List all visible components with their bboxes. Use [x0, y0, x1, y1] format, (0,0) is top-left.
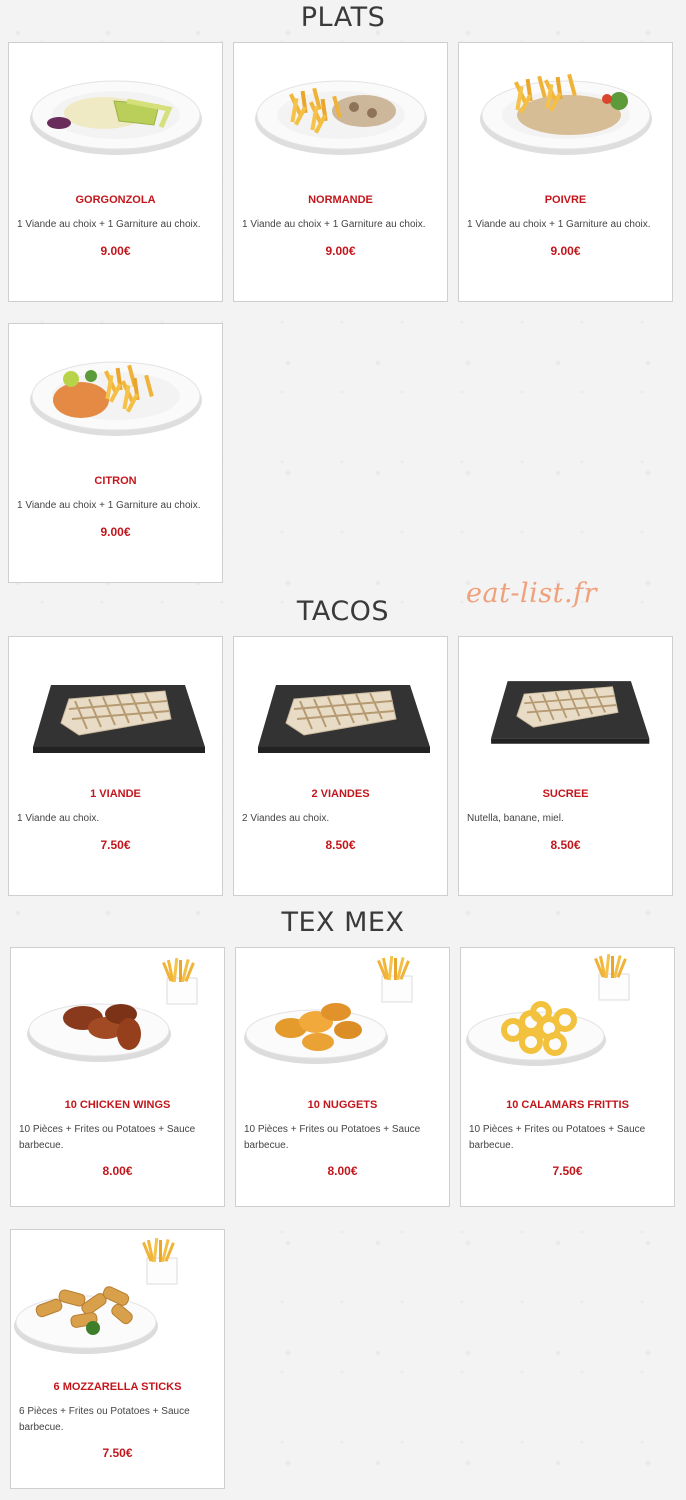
dish-image	[29, 80, 203, 156]
item-price: 7.50€	[102, 1446, 133, 1460]
menu-item-card[interactable]: 6 MOZZARELLA STICKS 6 Pièces + Frites ou…	[10, 1229, 225, 1489]
menu-item-card[interactable]: 1 VIANDE 1 Viande au choix. 7.50€	[8, 636, 223, 896]
item-description: Nutella, banane, miel.	[467, 813, 564, 824]
item-name: SUCREE	[542, 788, 589, 800]
dish-image	[479, 73, 653, 156]
item-price: 9.00€	[325, 244, 356, 258]
item-description: 1 Viande au choix + 1 Garniture au choix…	[242, 219, 426, 230]
section-title-tacos: TACOS	[296, 596, 390, 627]
item-price: 8.00€	[102, 1164, 133, 1178]
item-name: CITRON	[94, 475, 137, 487]
item-description: 10 Pièces + Frites ou Potatoes + Sauce b…	[469, 1124, 646, 1151]
item-price: 8.50€	[550, 838, 581, 852]
item-price: 7.50€	[552, 1164, 583, 1178]
dish-image	[466, 953, 630, 1066]
item-description: 10 Pièces + Frites ou Potatoes + Sauce b…	[19, 1124, 196, 1151]
item-description: 1 Viande au choix + 1 Garniture au choix…	[17, 219, 201, 230]
dish-image	[14, 1237, 178, 1354]
dish-image	[27, 957, 198, 1062]
menu-item-card[interactable]: 10 NUGGETS 10 Pièces + Frites ou Potatoe…	[235, 947, 450, 1207]
tacos-image	[257, 684, 431, 754]
item-name: 2 VIANDES	[311, 788, 370, 800]
menu-item-card[interactable]: 10 CALAMARS FRITTIS 10 Pièces + Frites o…	[460, 947, 675, 1207]
item-price: 9.00€	[100, 244, 131, 258]
item-description: 1 Viande au choix + 1 Garniture au choix…	[17, 500, 201, 511]
item-price: 7.50€	[100, 838, 131, 852]
section-title-texmex: TEX MEX	[281, 907, 405, 938]
menu-item-card[interactable]: GORGONZOLA 1 Viande au choix + 1 Garnitu…	[8, 42, 223, 302]
item-description: 6 Pièces + Frites ou Potatoes + Sauce ba…	[19, 1406, 190, 1433]
tacos-image	[32, 684, 206, 754]
menu-item-card[interactable]: NORMANDE 1 Viande au choix + 1 Garniture…	[233, 42, 448, 302]
item-price: 8.00€	[327, 1164, 358, 1178]
item-price: 9.00€	[100, 525, 131, 539]
dish-image	[254, 80, 428, 156]
menu-item-card[interactable]: 10 CHICKEN WINGS 10 Pièces + Frites ou P…	[10, 947, 225, 1207]
item-name: 10 CALAMARS FRITTIS	[506, 1099, 629, 1111]
dish-image	[244, 955, 413, 1064]
item-name: GORGONZOLA	[75, 194, 156, 206]
menu-item-card[interactable]: SUCREE Nutella, banane, miel. 8.50€	[458, 636, 673, 896]
item-name: 6 MOZZARELLA STICKS	[53, 1381, 182, 1393]
item-name: NORMANDE	[308, 194, 373, 206]
item-name: POIVRE	[544, 194, 587, 206]
menu-item-card[interactable]: CITRON 1 Viande au choix + 1 Garniture a…	[8, 323, 223, 583]
item-name: 10 CHICKEN WINGS	[64, 1099, 171, 1111]
section-title-plats: PLATS	[300, 2, 386, 33]
item-description: 1 Viande au choix + 1 Garniture au choix…	[467, 219, 651, 230]
item-price: 9.00€	[550, 244, 581, 258]
menu-item-card[interactable]: 2 VIANDES 2 Viandes au choix. 8.50€	[233, 636, 448, 896]
item-description: 1 Viande au choix.	[17, 813, 100, 824]
dish-image	[29, 361, 203, 437]
tacos-image	[490, 680, 651, 745]
menu-item-card[interactable]: POIVRE 1 Viande au choix + 1 Garniture a…	[458, 42, 673, 302]
item-description: 10 Pièces + Frites ou Potatoes + Sauce b…	[244, 1124, 421, 1151]
item-name: 1 VIANDE	[90, 788, 141, 800]
item-description: 2 Viandes au choix.	[242, 813, 330, 824]
item-name: 10 NUGGETS	[307, 1099, 378, 1111]
item-price: 8.50€	[325, 838, 356, 852]
